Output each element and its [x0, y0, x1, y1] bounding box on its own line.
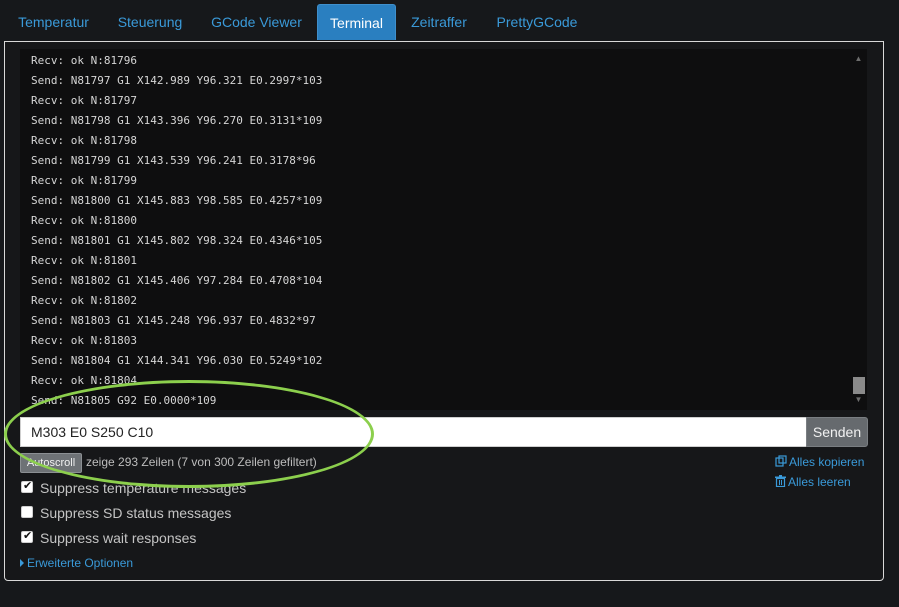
terminal-line: Send: N81800 G1 X145.883 Y98.585 E0.4257… — [31, 194, 323, 207]
terminal-output[interactable]: Recv: ok N:81796 Send: N81797 G1 X142.98… — [20, 49, 867, 410]
terminal-line: Send: N81799 G1 X143.539 Y96.241 E0.3178… — [31, 154, 316, 167]
clear-all-link[interactable]: Alles leeren — [775, 474, 851, 490]
tab-steuerung[interactable]: Steuerung — [104, 4, 196, 40]
terminal-line: Send: N81804 G1 X144.341 Y96.030 E0.5249… — [31, 354, 323, 367]
tab-terminal[interactable]: Terminal — [317, 4, 396, 40]
terminal-line: Recv: ok N:81803 — [31, 334, 137, 347]
option-label: Suppress wait responses — [40, 530, 197, 546]
terminal-line: Send: N81797 G1 X142.989 Y96.321 E0.2997… — [31, 74, 323, 87]
tab-bar: Temperatur Steuerung GCode Viewer Termin… — [0, 0, 899, 41]
terminal-line: Recv: ok N:81799 — [31, 174, 137, 187]
terminal-line: Recv: ok N:81804 — [31, 374, 137, 387]
terminal-line: Recv: ok N:81796 — [31, 54, 137, 67]
scroll-up-icon[interactable]: ▲ — [850, 51, 867, 67]
caret-right-icon — [20, 559, 24, 567]
trash-icon — [775, 475, 786, 488]
command-input[interactable]: M303 E0 S250 C10 — [20, 417, 807, 447]
autoscroll-button[interactable]: Autoscroll — [20, 453, 82, 473]
suppress-temperature-checkbox[interactable]: ✔ — [21, 480, 33, 493]
copy-all-link[interactable]: Alles kopieren — [775, 454, 864, 470]
terminal-line: Send: N81805 G92 E0.0000*109 — [31, 394, 217, 407]
terminal-line: Recv: ok N:81798 — [31, 134, 137, 147]
line-count-status: zeige 293 Zeilen (7 von 300 Zeilen gefil… — [86, 455, 317, 469]
terminal-line: Send: N81803 G1 X145.248 Y96.937 E0.4832… — [31, 314, 316, 327]
terminal-line: Send: N81802 G1 X145.406 Y97.284 E0.4708… — [31, 274, 323, 287]
option-label: Suppress SD status messages — [40, 505, 232, 521]
suppress-sd-status-checkbox[interactable] — [21, 506, 33, 518]
terminal-line: Send: N81801 G1 X145.802 Y98.324 E0.4346… — [31, 234, 323, 247]
check-icon: ✔ — [23, 480, 33, 492]
tab-zeitraffer[interactable]: Zeitraffer — [398, 4, 480, 40]
copy-all-label: Alles kopieren — [789, 455, 865, 469]
terminal-scrollbar[interactable]: ▲ ▼ — [850, 49, 867, 410]
clear-all-label: Alles leeren — [788, 475, 851, 489]
terminal-line: Send: N81798 G1 X143.396 Y96.270 E0.3131… — [31, 114, 323, 127]
option-label: Suppress temperature messages — [40, 480, 247, 496]
copy-icon — [775, 455, 787, 467]
tab-gcode-viewer[interactable]: GCode Viewer — [198, 4, 315, 40]
terminal-line: Recv: ok N:81797 — [31, 94, 137, 107]
terminal-line: Recv: ok N:81800 — [31, 214, 137, 227]
scroll-down-icon[interactable]: ▼ — [850, 392, 867, 408]
tab-temperatur[interactable]: Temperatur — [6, 4, 101, 40]
tab-prettygcode[interactable]: PrettyGCode — [482, 4, 592, 40]
send-button[interactable]: Senden — [806, 417, 868, 447]
suppress-wait-checkbox[interactable]: ✔ — [21, 530, 33, 543]
advanced-options-label: Erweiterte Optionen — [27, 556, 134, 570]
terminal-line: Recv: ok N:81801 — [31, 254, 137, 267]
terminal-line: Recv: ok N:81802 — [31, 294, 137, 307]
advanced-options-link[interactable]: Erweiterte Optionen — [20, 555, 133, 571]
check-icon: ✔ — [23, 530, 33, 542]
